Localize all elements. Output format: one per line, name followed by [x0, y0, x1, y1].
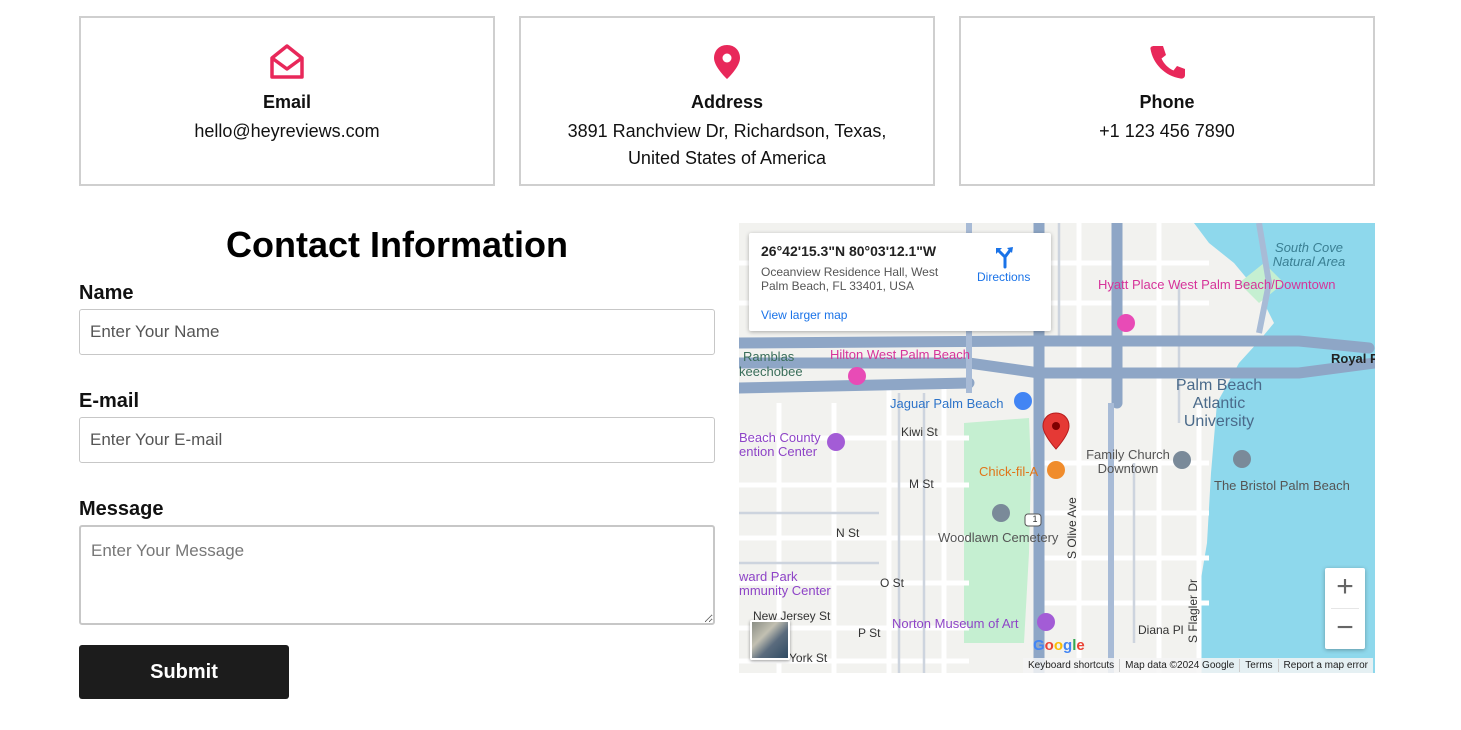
street-york: York St [789, 651, 828, 665]
zoom-controls: + − [1325, 568, 1365, 649]
map-address: Oceanview Residence Hall, West Palm Beac… [761, 265, 939, 293]
map-footer: Keyboard shortcuts Map data ©2024 Google… [1023, 658, 1374, 673]
email-input[interactable] [79, 417, 715, 463]
contact-form: Contact Information Name E-mail Message … [79, 224, 715, 704]
name-label: Name [79, 282, 134, 304]
contact-cards: Email hello@heyreviews.com Address 3891 … [79, 16, 1375, 186]
zoom-in-button[interactable]: + [1325, 568, 1365, 608]
road-royal: Royal P [1331, 351, 1375, 366]
poi-church[interactable]: Family Church Downtown [1078, 448, 1178, 476]
route-1-shield: 1 [1032, 514, 1038, 524]
poi-ramblas: Ramblas [743, 349, 795, 364]
poi-cemetery[interactable]: Woodlawn Cemetery [938, 530, 1058, 545]
view-larger-map-link[interactable]: View larger map [761, 308, 847, 322]
poi-chickfila[interactable]: Chick-fil-A [979, 464, 1038, 479]
poi-howard-park[interactable]: ward Park mmunity Center [739, 570, 849, 598]
address-card-title: Address [690, 92, 764, 112]
zoom-out-button[interactable]: − [1325, 609, 1365, 649]
street-o: O St [880, 576, 905, 590]
street-kiwi: Kiwi St [901, 425, 938, 439]
street-p: P St [858, 626, 881, 640]
street-diana: Diana Pl [1138, 623, 1184, 637]
map-info-box: 26°42'15.3"N 80°03'12.1"W Oceanview Resi… [749, 233, 1051, 331]
poi-okeechobee: keechobee [739, 364, 803, 379]
submit-button[interactable]: Submit [79, 645, 289, 699]
phone-card-value[interactable]: +1 123 456 7890 [985, 118, 1349, 145]
street-n: N St [836, 526, 860, 540]
map-data-attribution: Map data ©2024 Google [1119, 659, 1239, 672]
phone-card: Phone +1 123 456 7890 [959, 16, 1375, 186]
keyboard-shortcuts-link[interactable]: Keyboard shortcuts [1023, 659, 1119, 672]
name-input[interactable] [79, 309, 715, 355]
email-card-title: Email [262, 92, 312, 112]
street-s-flagler: S Flagler Dr [1186, 578, 1200, 643]
message-label: Message [79, 498, 164, 520]
satellite-view-toggle[interactable] [750, 620, 790, 660]
poi-hilton[interactable]: Hilton West Palm Beach [830, 347, 970, 362]
envelope-open-icon [270, 44, 304, 79]
poi-hyatt[interactable]: Hyatt Place West Palm Beach/Downtown [1098, 278, 1335, 292]
message-textarea[interactable] [79, 525, 715, 625]
address-card-value: 3891 Ranchview Dr, Richardson, Texas, Un… [567, 121, 887, 168]
email-card: Email hello@heyreviews.com [79, 16, 495, 186]
phone-icon [1150, 46, 1185, 79]
directions-link[interactable]: Directions [977, 270, 1030, 284]
map-marker-pin [1042, 412, 1070, 450]
directions-icon[interactable] [993, 245, 1017, 269]
email-label: E-mail [79, 390, 140, 412]
poi-south-cove[interactable]: South Cove Natural Area [1269, 241, 1349, 269]
report-map-error-link[interactable]: Report a map error [1277, 659, 1373, 672]
terms-link[interactable]: Terms [1239, 659, 1277, 672]
form-title: Contact Information [226, 224, 568, 265]
poi-norton[interactable]: Norton Museum of Art [892, 616, 1018, 631]
poi-pba[interactable]: Palm Beach Atlantic University [1169, 377, 1269, 431]
poi-bristol[interactable]: The Bristol Palm Beach [1214, 478, 1350, 493]
poi-jaguar[interactable]: Jaguar Palm Beach [890, 396, 1003, 411]
email-card-value[interactable]: hello@heyreviews.com [105, 118, 469, 145]
street-m: M St [909, 477, 934, 491]
google-logo: Google [1033, 637, 1085, 654]
street-s-olive: S Olive Ave [1065, 497, 1079, 559]
address-card: Address 3891 Ranchview Dr, Richardson, T… [519, 16, 935, 186]
poi-convention[interactable]: Beach County ention Center [739, 431, 825, 459]
map-coordinates: 26°42'15.3"N 80°03'12.1"W [761, 243, 937, 259]
map-embed[interactable]: Hyatt Place West Palm Beach/Downtown Hil… [739, 223, 1375, 673]
phone-card-title: Phone [1139, 92, 1195, 112]
map-pin-icon [714, 45, 740, 79]
